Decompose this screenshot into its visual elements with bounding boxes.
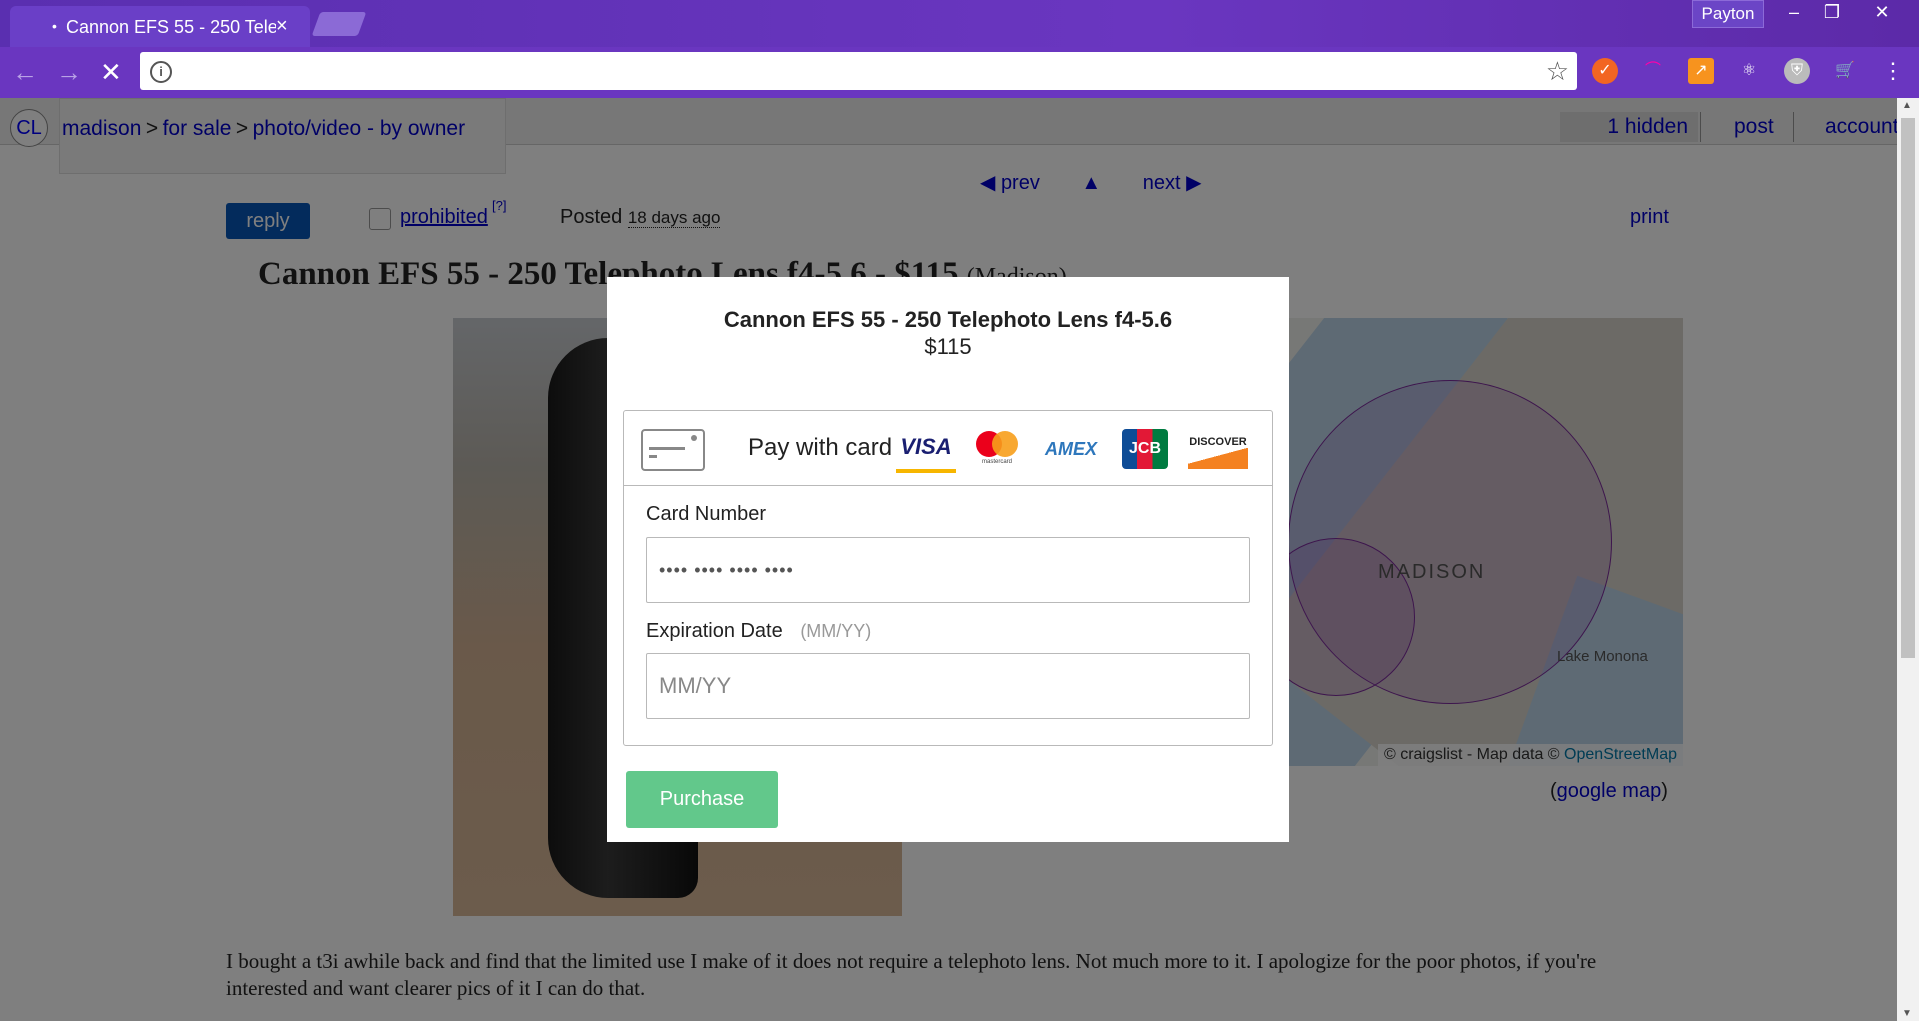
purchase-button[interactable]: Purchase (626, 771, 778, 828)
scroll-up-icon[interactable]: ▲ (1902, 100, 1912, 111)
modal-price: $115 (924, 334, 972, 359)
expiration-input[interactable] (646, 653, 1250, 719)
restore-icon[interactable]: ❐ (1814, 0, 1850, 26)
expiration-hint: (MM/YY) (800, 621, 872, 641)
expiration-label: Expiration Date (MM/YY) (646, 620, 871, 643)
extension-chart-icon[interactable]: ↗ (1688, 58, 1714, 84)
minimize-icon[interactable]: – (1776, 0, 1812, 26)
mastercard-logo: mastercard (974, 429, 1020, 469)
page-scrollbar[interactable]: ▲ ▼ (1897, 98, 1919, 1021)
bookmark-star-icon[interactable]: ☆ (1546, 56, 1569, 87)
browser-menu-icon[interactable]: ⋮ (1880, 58, 1906, 84)
card-number-input[interactable] (646, 537, 1250, 603)
back-icon[interactable]: ← (12, 57, 38, 88)
extension-rocket-icon[interactable]: ✓ (1592, 58, 1618, 84)
tab-close-icon[interactable]: × (276, 15, 288, 38)
visa-logo: VISA (896, 429, 956, 473)
profile-button[interactable]: Payton (1692, 0, 1764, 28)
expiration-label-text: Expiration Date (646, 620, 783, 642)
browser-tab-active[interactable]: • Cannon EFS 55 - 250 Tele × (10, 6, 310, 47)
info-icon[interactable]: i (150, 61, 172, 83)
scrollbar-thumb[interactable] (1901, 118, 1915, 658)
extension-react-icon[interactable]: ⚛ (1736, 58, 1762, 84)
extension-rainbow-icon[interactable]: ⌒ (1640, 58, 1666, 84)
discover-logo: DISCOVER (1188, 429, 1248, 469)
jcb-logo: JCB (1122, 429, 1168, 469)
extension-shield-icon[interactable]: ⛨ (1784, 58, 1810, 84)
amex-logo: AMEX (1044, 439, 1097, 459)
browser-titlebar: • Cannon EFS 55 - 250 Tele × Payton – ❐ … (0, 0, 1919, 47)
card-number-label: Card Number (646, 503, 767, 525)
address-bar[interactable]: i ☆ (140, 52, 1577, 90)
modal-title: Cannon EFS 55 - 250 Telephoto Lens f4-5.… (723, 307, 1173, 332)
mastercard-logo-text: mastercard (981, 459, 1012, 465)
new-tab-button[interactable] (311, 12, 367, 36)
payment-modal: Cannon EFS 55 - 250 Telephoto Lens f4-5.… (607, 277, 1289, 842)
loading-dot-icon: • (52, 18, 57, 34)
card-header: Pay with card VISA mastercard AMEX JCB D… (624, 411, 1272, 486)
stop-loading-icon[interactable]: ✕ (100, 57, 122, 88)
forward-icon[interactable]: → (56, 57, 82, 88)
card-form: Pay with card VISA mastercard AMEX JCB D… (623, 410, 1273, 746)
tab-title: Cannon EFS 55 - 250 Tele (66, 17, 276, 37)
pay-with-card-label: Pay with card (748, 434, 893, 461)
scroll-down-icon[interactable]: ▼ (1902, 1008, 1912, 1019)
credit-card-icon (641, 429, 705, 471)
close-window-icon[interactable]: ✕ (1864, 0, 1900, 26)
extension-cart-icon[interactable]: 🛒 (1832, 58, 1858, 84)
